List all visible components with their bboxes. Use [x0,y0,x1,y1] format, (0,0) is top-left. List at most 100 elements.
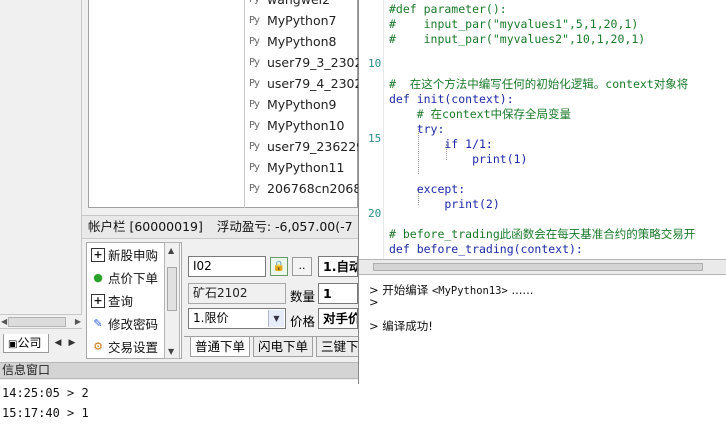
list-item[interactable]: Py user79_3_23026 [249,52,359,73]
list-item[interactable]: Py user79_236229a [249,136,359,157]
code-line: # input_par("myvalues1",5,1,20,1) [389,17,639,31]
output-line: > 编译成功! [369,319,433,333]
price-select[interactable]: 对手价 [318,308,358,329]
code-line: print(1) [389,152,528,166]
tab-next-icon[interactable]: ▶ [66,336,78,350]
plus-box-icon: + [91,293,105,308]
output-filename: <MyPython13> [431,285,508,297]
list-item[interactable]: Py user79_4_23026 [249,73,359,94]
quantity-input[interactable]: 1 [318,283,358,304]
python-file-icon: Py [249,183,260,194]
code-line: def before_trading(context): [389,242,583,256]
strategy-list: Pywangwei2 PyMyPython7 PyMyPython8 Pyuse… [249,0,359,199]
code-line: #def parameter(): [389,2,507,16]
floating-pnl: 浮动盈亏: -6,057.00(-7 [216,219,353,234]
scroll-up-arrow-icon[interactable]: ▲ [168,246,174,255]
tab-company[interactable]: ▣公司 [3,334,49,353]
list-item-label: MyPython10 [267,118,345,133]
tab-flash-order[interactable]: 闪电下单 [253,337,314,357]
scroll-down-arrow-icon[interactable]: ▼ [168,347,174,356]
code-line: # 在context中保存全局变量 [389,107,572,121]
line-number: 20 [368,207,382,220]
scroll-left-arrow-icon[interactable]: ◀ [1,317,7,326]
list-item-label: MyPython7 [267,13,337,28]
left-panel-tabs: ▣公司 ◀ ▶ [0,331,82,355]
account-bar: 帐户栏 [60000019] 浮动盈亏: -6,057.00(-7 [82,215,358,239]
python-file-icon: Py [249,78,260,89]
python-file-icon: Py [249,162,260,173]
lock-icon[interactable]: 🔒 [270,257,288,276]
code-line: def init(context): [389,92,514,106]
list-item-label: MyPython11 [267,160,345,175]
log-line: 14:25:05 > 2 [2,386,89,400]
list-item-label: MyPython9 [267,97,337,112]
edit-icon: ✎ [93,316,103,330]
python-file-icon: Py [249,36,260,47]
list-item-label: user79_3_23026 [267,55,359,70]
tab-three-key-order[interactable]: 三键下 [316,337,358,357]
green-circle-icon: ● [93,270,103,284]
output-line: > 开始编译 <MyPython13> ...... [369,282,533,298]
price-label: 价格 [290,314,316,329]
contract-picker-button[interactable]: .. [292,257,312,276]
list-item[interactable]: Py MyPython10 [249,115,359,136]
code-editor[interactable]: #def parameter(): # input_par("myvalues1… [383,0,726,259]
list-divider [244,0,245,208]
code-line: try: [389,122,445,136]
line-number-gutter: 10 15 20 [359,0,383,259]
scrollbar-thumb[interactable] [167,267,177,311]
tab-prev-icon[interactable]: ◀ [52,336,64,350]
menu-item-label: 新股申购 [108,248,159,263]
auto-mode-select[interactable]: 1.自动 [318,256,358,277]
list-item-label: MyPython8 [267,34,337,49]
log-line: 15:17:40 > 1 [2,406,89,420]
python-file-icon: Py [249,57,260,68]
list-item-label: user79_236229a [267,139,359,154]
strategy-list-panel: Pywangwei2 PyMyPython7 PyMyPython8 Pyuse… [88,0,359,208]
python-file-icon: Py [249,141,260,152]
code-line: # input_par("myvalues2",10,1,20,1) [389,32,646,46]
line-number: 10 [368,57,382,70]
list-item[interactable]: Py MyPython9 [249,94,359,115]
scrollbar-thumb[interactable] [373,263,703,271]
code-line: if 1/1: [389,137,493,151]
order-type-select[interactable]: 1.限价 ▼ [188,308,286,329]
trade-menu-scrollbar[interactable]: ▲ ▼ [164,242,180,359]
order-type-value: 1.限价 [193,311,229,325]
scroll-right-arrow-icon[interactable]: ▶ [75,317,81,326]
menu-item-label: 修改密码 [108,317,159,332]
list-item[interactable]: Pywangwei2 [249,0,359,10]
list-item[interactable]: Py MyPython11 [249,157,359,178]
list-item[interactable]: Py MyPython8 [249,31,359,52]
python-file-icon: Py [249,99,260,110]
contract-name-field: 矿石2102 [188,283,286,304]
info-window-log: 14:25:05 > 2 15:17:40 > 1 [0,380,726,431]
editor-horizontal-scrollbar[interactable] [359,259,726,275]
list-item[interactable]: Py 206768cn20685 [249,178,359,199]
compile-output-pane: > 开始编译 <MyPython13> ...... > > 编译成功! [359,276,726,384]
left-panel [0,0,82,314]
list-item[interactable]: Py MyPython7 [249,10,359,31]
code-line: except: [389,182,466,196]
list-item-label: wangwei2 [267,0,330,7]
quantity-label: 数量 [290,289,316,304]
code-line: # before_trading此函数会在每天基准合约的策略交易开 [389,227,696,241]
python-editor-window: 10 15 20 #def parameter(): # input_par("… [358,0,726,384]
list-item-label: 206768cn20685 [267,181,359,196]
code-line: # 在这个方法中编写任何的初始化逻辑。context对象将 [389,77,689,91]
contract-code-input[interactable]: I02 [188,256,266,277]
tab-normal-order[interactable]: 普通下单 [190,337,251,357]
output-text: ...... [507,283,534,297]
scrollbar-thumb[interactable] [8,317,66,327]
order-tabs: 普通下单 闪电下单 三键下 [184,336,358,358]
gear-icon: ⚙ [93,339,103,353]
tab-company-label: 公司 [17,336,42,350]
line-number: 15 [368,132,382,145]
plus-box-icon: + [91,247,105,262]
output-line: > [369,295,379,309]
code-line: print(2) [389,197,500,211]
account-label: 帐户栏 [60000019] [88,219,203,234]
left-panel-scrollbar[interactable]: ◀ ▶ [0,314,82,329]
chevron-down-icon[interactable]: ▼ [268,310,284,327]
menu-item-label: 交易设置 [108,340,159,355]
